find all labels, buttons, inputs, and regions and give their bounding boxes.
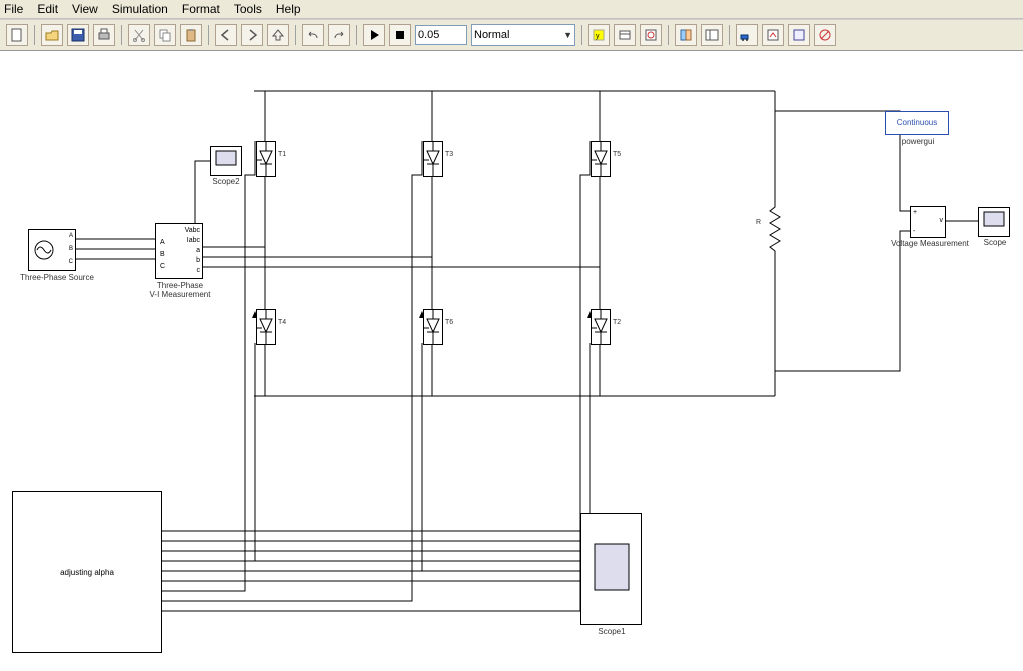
scope-label: Scope [980, 238, 1010, 247]
voltage-measurement-block[interactable]: + - v [910, 206, 946, 238]
svg-text:y: y [596, 33, 600, 40]
three-phase-source-label: Three-Phase Source [12, 273, 102, 282]
diagram-canvas[interactable]: A B C Three-Phase Source Vabc Iabc A B C… [0, 51, 1023, 671]
thyristor-t2[interactable] [591, 309, 611, 345]
back-button[interactable] [215, 24, 237, 46]
menu-tools[interactable]: Tools [234, 2, 262, 16]
redo-button[interactable] [328, 24, 350, 46]
menu-simulation[interactable]: Simulation [112, 2, 168, 16]
vi-B: B [158, 250, 165, 260]
up-button[interactable] [267, 24, 289, 46]
vi-C: C [158, 262, 165, 272]
forward-button[interactable] [241, 24, 263, 46]
toolbar-icon-3[interactable] [640, 24, 662, 46]
scope2-label: Scope2 [210, 177, 242, 186]
powergui-label: powergui [895, 137, 941, 146]
t3-label: T3 [445, 151, 453, 158]
menu-format[interactable]: Format [182, 2, 220, 16]
port-a-label: A [69, 233, 73, 239]
toolbar-icon-1[interactable]: y [588, 24, 610, 46]
vm-plus: + [913, 209, 917, 216]
sim-time-input[interactable] [415, 25, 467, 45]
toolbar-icon-7[interactable] [814, 24, 836, 46]
resistor-block[interactable] [768, 199, 782, 261]
sim-mode-value: Normal [474, 29, 509, 41]
thyristor-t3[interactable] [423, 141, 443, 177]
three-phase-source-block[interactable]: A B C [28, 229, 76, 271]
toolbar-icon-4[interactable] [736, 24, 758, 46]
menu-view[interactable]: View [72, 2, 98, 16]
vi-measurement-block[interactable]: Vabc Iabc A B C a b c [155, 223, 203, 279]
t2-label: T2 [613, 319, 621, 326]
sim-mode-select[interactable]: Normal ▼ [471, 24, 575, 46]
new-model-button[interactable] [6, 24, 28, 46]
vi-measurement-label: Three-Phase V-I Measurement [140, 281, 220, 299]
port-b-label: B [69, 246, 73, 252]
vi-b: b [194, 256, 200, 266]
menu-bar: File Edit View Simulation Format Tools H… [0, 0, 1023, 19]
cut-button[interactable] [128, 24, 150, 46]
print-button[interactable] [93, 24, 115, 46]
vm-out: v [940, 217, 944, 224]
vm-minus: - [913, 228, 915, 235]
port-c-label: C [69, 259, 73, 265]
resistor-label: R [756, 219, 761, 226]
undo-button[interactable] [302, 24, 324, 46]
thyristor-t6[interactable] [423, 309, 443, 345]
toolbar-icon-2[interactable] [614, 24, 636, 46]
thyristor-t4[interactable] [256, 309, 276, 345]
copy-button[interactable] [154, 24, 176, 46]
scope2-block[interactable] [210, 146, 242, 176]
scope1-label: Scope1 [594, 627, 630, 636]
library-browser-button[interactable] [675, 24, 697, 46]
chevron-down-icon: ▼ [563, 30, 572, 40]
voltage-measurement-label: Voltage Measurement [880, 239, 980, 248]
scope-block[interactable] [978, 207, 1010, 237]
vi-A: A [158, 238, 165, 248]
thyristor-t1[interactable] [256, 141, 276, 177]
t6-label: T6 [445, 319, 453, 326]
powergui-block[interactable]: Continuous [885, 111, 949, 135]
vi-vabc: Vabc [183, 226, 200, 236]
t5-label: T5 [613, 151, 621, 158]
vi-a: a [194, 246, 200, 256]
vi-c: c [195, 266, 201, 276]
t4-label: T4 [278, 319, 286, 326]
thyristor-t5[interactable] [591, 141, 611, 177]
save-button[interactable] [67, 24, 89, 46]
paste-button[interactable] [180, 24, 202, 46]
t1-label: T1 [278, 151, 286, 158]
adjusting-alpha-block[interactable]: adjusting alpha [12, 491, 162, 653]
scope1-block[interactable] [580, 513, 642, 625]
adjusting-alpha-text: adjusting alpha [60, 568, 114, 577]
menu-file[interactable]: File [4, 2, 23, 16]
open-button[interactable] [41, 24, 63, 46]
stop-sim-button[interactable] [389, 24, 411, 46]
vi-iabc: Iabc [185, 236, 200, 246]
toolbar: Normal ▼ y [0, 20, 1023, 51]
toolbar-icon-6[interactable] [788, 24, 810, 46]
toolbar-icon-5[interactable] [762, 24, 784, 46]
model-explorer-button[interactable] [701, 24, 723, 46]
start-sim-button[interactable] [363, 24, 385, 46]
menu-help[interactable]: Help [276, 2, 301, 16]
menu-edit[interactable]: Edit [37, 2, 58, 16]
